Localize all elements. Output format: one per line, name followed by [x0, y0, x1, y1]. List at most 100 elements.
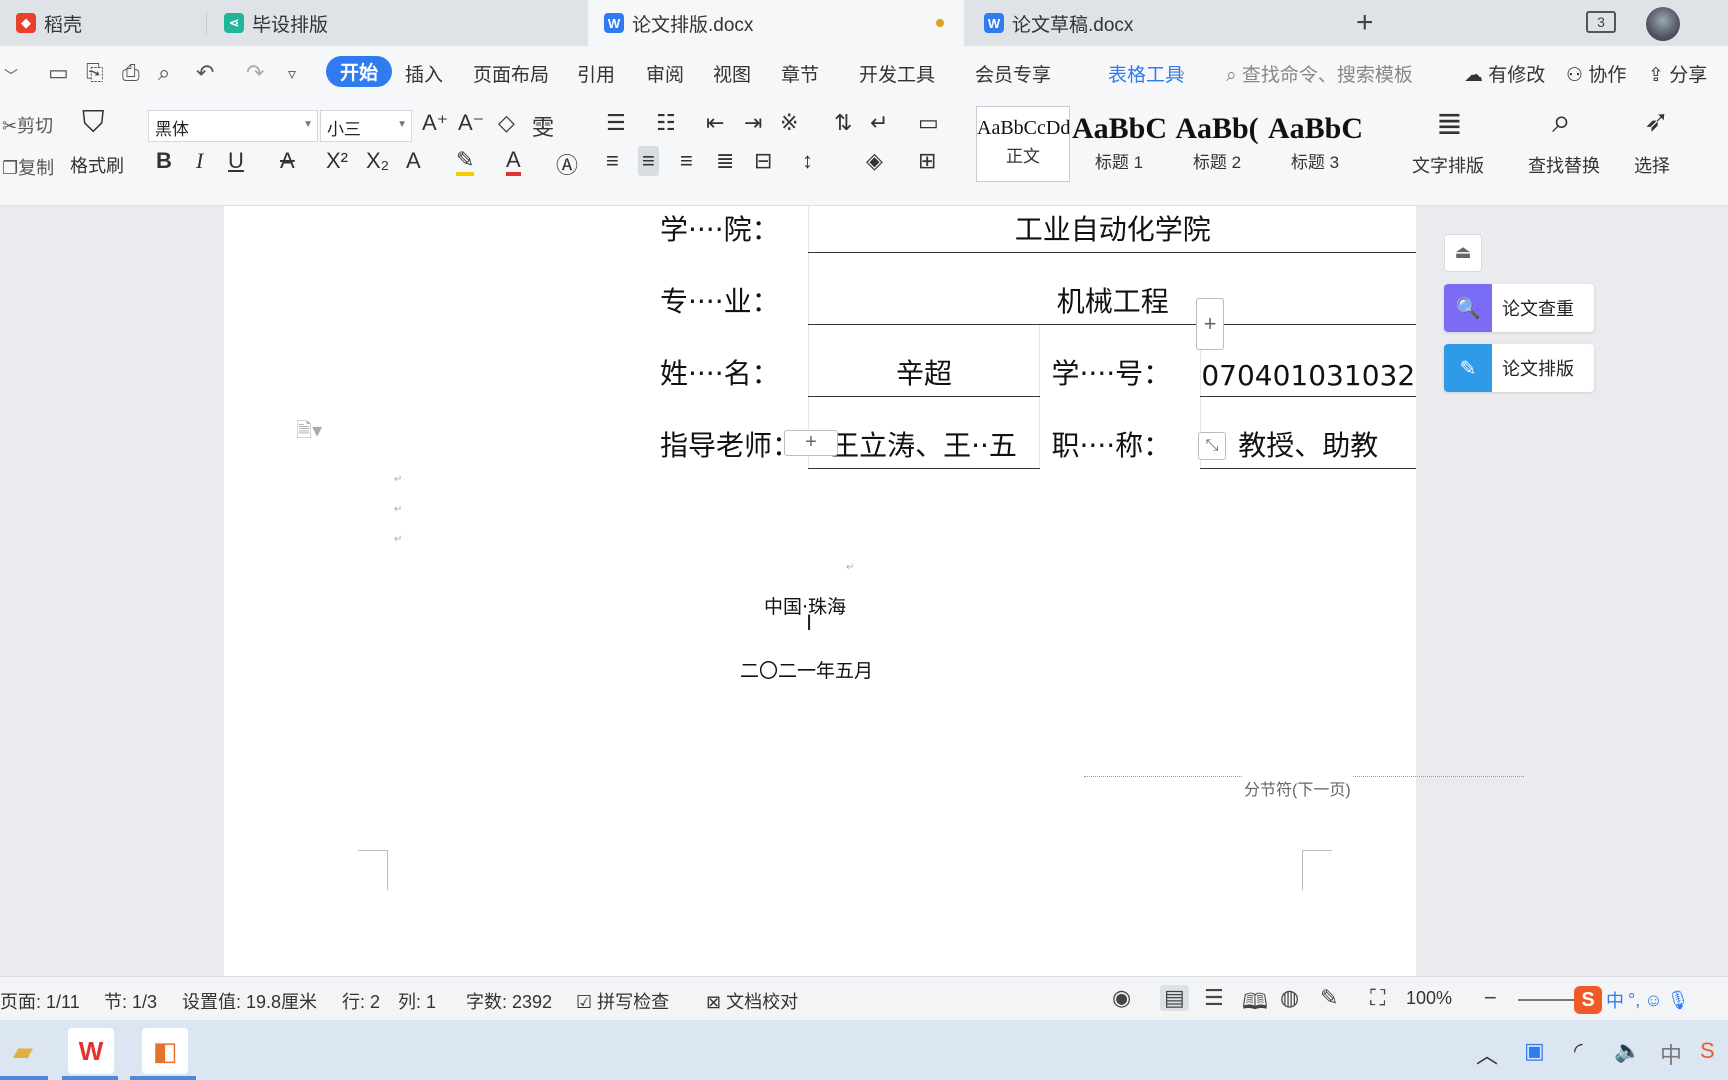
save-icon[interactable]: ▭ — [48, 60, 69, 86]
major-value[interactable]: 机械工程 — [808, 252, 1416, 325]
college-value[interactable]: 工业自动化学院 — [808, 206, 1416, 253]
name-value[interactable]: 辛超 — [808, 324, 1040, 397]
add-column-button[interactable]: + — [1196, 298, 1224, 350]
tab-thesis-layout[interactable]: ⋖ 毕设排版 — [208, 0, 584, 46]
line-spacing-icon[interactable]: ↕ — [802, 148, 813, 174]
collapse-panel-button[interactable]: ⏏ — [1444, 234, 1482, 272]
magnifier-icon[interactable]: ⌕ — [1552, 102, 1571, 141]
undo-icon[interactable]: ↶ — [196, 60, 214, 86]
setting-indicator[interactable]: 设置值: 19.8厘米 — [182, 988, 317, 1014]
student-id-value[interactable]: 070401031032 — [1199, 324, 1416, 397]
fit-page-icon[interactable]: ⛶ — [1370, 985, 1385, 1011]
menu-chapter[interactable]: 章节 — [781, 60, 819, 87]
text-layout-icon[interactable]: ≣ — [1436, 104, 1463, 142]
share-button[interactable]: ⇪ 分享 — [1648, 60, 1707, 87]
font-color-icon[interactable]: A — [506, 148, 521, 176]
clear-format-icon[interactable]: ◇ — [498, 110, 515, 136]
spell-check-button[interactable]: ☑ 拼写检查 — [576, 988, 669, 1014]
menu-insert[interactable]: 插入 — [405, 60, 443, 87]
add-row-button[interactable]: + — [784, 430, 838, 456]
zoom-out-icon[interactable]: − — [1484, 985, 1497, 1011]
menu-review[interactable]: 审阅 — [646, 60, 684, 87]
chevron-down-icon[interactable]: ﹀ — [4, 66, 18, 86]
text-layout-button[interactable]: 文字排版 — [1412, 152, 1484, 178]
italic-icon[interactable]: I — [196, 148, 203, 174]
font-name-select[interactable]: 黑体 ▼ — [148, 110, 318, 142]
collaborate-button[interactable]: ⚇ 协作 — [1566, 60, 1626, 87]
bold-icon[interactable]: B — [156, 148, 172, 174]
shading-icon[interactable]: ◈ — [866, 148, 883, 174]
reading-view-icon[interactable]: 🕮 — [1242, 985, 1268, 1023]
title-value[interactable]: 教授、助教 — [1199, 396, 1416, 469]
format-painter-icon[interactable]: ⛉ — [82, 106, 105, 140]
new-tab-button[interactable]: + — [1356, 6, 1374, 40]
char-border-icon[interactable]: Ⓐ — [556, 148, 578, 180]
menu-member[interactable]: 会员专享 — [975, 60, 1051, 87]
font-size-select[interactable]: 小三 ▼ — [320, 110, 412, 142]
document-page[interactable]: 学····院： 工业自动化学院 专····业： 机械工程 姓····名： 辛超 … — [224, 206, 1524, 976]
outline-view-icon[interactable]: ☰ — [1204, 985, 1224, 1011]
tab-draft-docx[interactable]: W 论文草稿.docx — [968, 0, 1344, 46]
select-button[interactable]: 选择 — [1634, 152, 1670, 178]
distribute-icon[interactable]: ⊟ — [754, 148, 772, 174]
doc-proof-button[interactable]: ⊠ 文档校对 — [706, 988, 798, 1014]
menu-references[interactable]: 引用 — [577, 60, 615, 87]
word-count[interactable]: 字数: 2392 — [466, 988, 552, 1014]
borders-icon[interactable]: ⊞ — [918, 148, 936, 174]
highlight-icon[interactable]: ✎ — [456, 148, 475, 176]
menu-table-tools[interactable]: 表格工具 — [1108, 60, 1184, 87]
show-marks-icon[interactable]: ↵ — [870, 110, 888, 136]
bullets-icon[interactable]: ☰ — [606, 110, 626, 136]
page-indicator[interactable]: 页面: 1/11 — [0, 988, 80, 1014]
shrink-font-icon[interactable]: A⁻ — [458, 110, 484, 136]
grow-font-icon[interactable]: A⁺ — [422, 110, 448, 136]
tray-expand-icon[interactable]: ︿ — [1476, 1038, 1498, 1070]
zoom-level[interactable]: 100% — [1406, 988, 1452, 1009]
menu-developer[interactable]: 开发工具 — [859, 60, 935, 87]
subscript-icon[interactable]: X₂ — [366, 148, 389, 174]
text-effect-icon[interactable]: A — [406, 148, 421, 174]
volume-icon[interactable]: 🔈 — [1614, 1038, 1641, 1064]
window-count-button[interactable]: 3 — [1586, 11, 1616, 33]
style-heading-2[interactable]: AaBb( 标题 2 — [1170, 106, 1264, 182]
date-line[interactable]: 二〇二一年五月 — [740, 656, 873, 683]
advisor-value[interactable]: 王立涛、王··五 — [808, 396, 1040, 469]
web-view-icon[interactable]: ◍ — [1280, 985, 1299, 1011]
export-icon[interactable]: ⎘ — [86, 60, 104, 86]
strikethrough-icon[interactable]: A — [280, 148, 295, 174]
align-center-icon[interactable]: ≡ — [638, 146, 659, 176]
print-preview-icon[interactable]: ⌕ — [158, 60, 170, 86]
table-resize-icon[interactable]: ⤡ — [1198, 432, 1226, 460]
decrease-indent-icon[interactable]: ⇤ — [706, 110, 724, 136]
sogou-tray-icon[interactable]: S — [1700, 1038, 1715, 1064]
pen-icon[interactable]: ✎ — [1320, 985, 1338, 1011]
thesis-format-button[interactable]: ✎ 论文排版 — [1444, 344, 1594, 392]
style-normal[interactable]: AaBbCcDd 正文 — [976, 106, 1070, 182]
wifi-icon[interactable]: ◜ — [1574, 1038, 1583, 1064]
tab-thesis-docx[interactable]: W 论文排版.docx — [588, 0, 964, 46]
page-view-icon[interactable]: ▤ — [1160, 985, 1189, 1011]
style-heading-1[interactable]: AaBbC 标题 1 — [1072, 106, 1166, 182]
menu-view[interactable]: 视图 — [713, 60, 751, 87]
eye-protect-icon[interactable]: ◉ — [1112, 985, 1131, 1011]
superscript-icon[interactable]: X² — [326, 148, 348, 174]
increase-indent-icon[interactable]: ⇥ — [744, 110, 762, 136]
menu-page-layout[interactable]: 页面布局 — [473, 60, 549, 87]
align-right-icon[interactable]: ≡ — [680, 148, 693, 174]
file-explorer-icon[interactable]: ▰ — [0, 1028, 46, 1074]
align-left-icon[interactable]: ≡ — [606, 148, 619, 174]
copy-button[interactable]: ❐复制 — [2, 154, 54, 180]
phonetic-icon[interactable]: 雯 — [532, 110, 554, 142]
justify-icon[interactable]: ≣ — [716, 148, 734, 174]
chevron-right-icon[interactable]: › — [1180, 64, 1185, 80]
cut-button[interactable]: ✂剪切 — [2, 112, 53, 138]
page-options-icon[interactable]: 🗎▾ — [296, 416, 322, 450]
underline-icon[interactable]: U — [228, 148, 244, 174]
recorder-icon[interactable]: ◧ — [142, 1028, 188, 1074]
numbering-icon[interactable]: ☷ — [656, 110, 676, 136]
format-painter-label[interactable]: 格式刷 — [70, 152, 124, 178]
changes-button[interactable]: ☁ 有修改 — [1464, 60, 1545, 87]
print-icon[interactable]: ⎙ — [122, 60, 140, 86]
sort-icon[interactable]: ⇅ — [834, 110, 852, 136]
redo-icon[interactable]: ↷ — [246, 60, 264, 86]
